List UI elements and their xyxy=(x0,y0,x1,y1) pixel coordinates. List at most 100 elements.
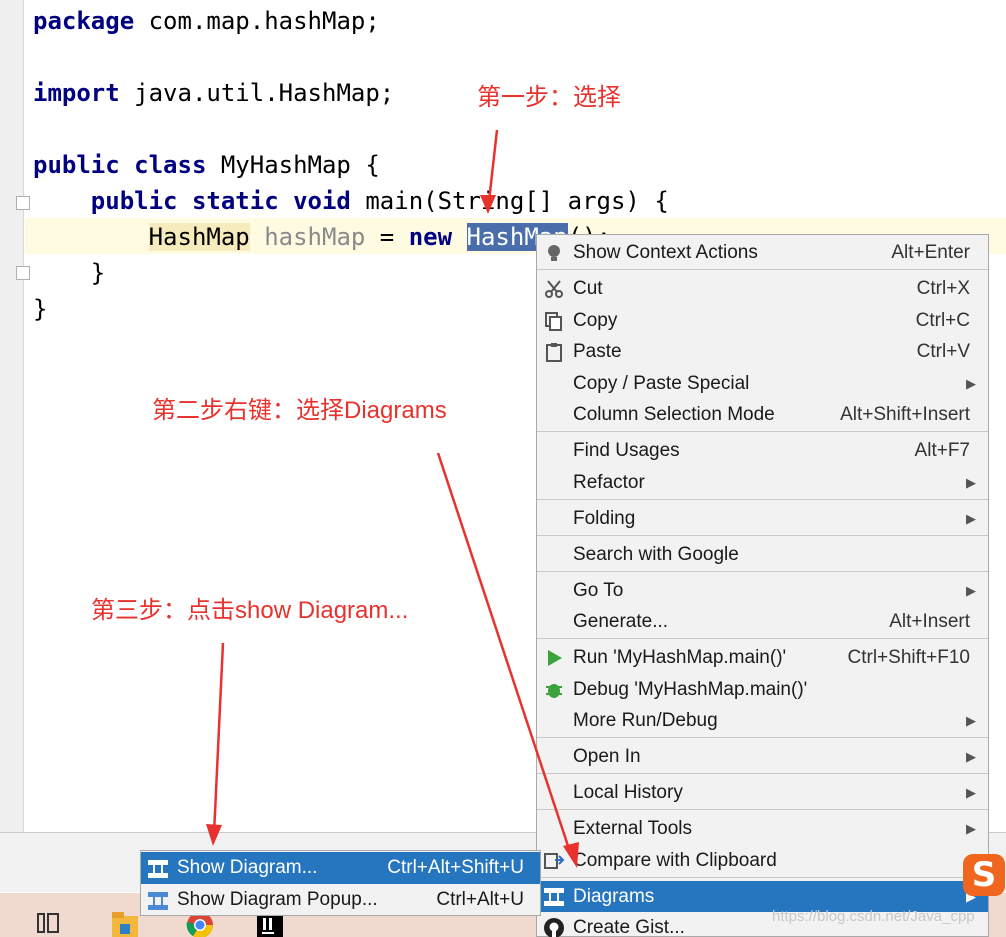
menu-item-label: Search with Google xyxy=(573,544,739,565)
menu-item-label: Paste xyxy=(573,341,622,362)
type-name: HashMap xyxy=(148,223,250,251)
menu-item-label: Diagrams xyxy=(573,886,655,907)
menu-item-run-myhashmap-main[interactable]: Run 'MyHashMap.main()' Ctrl+Shift+F10 xyxy=(537,642,988,673)
menu-separator xyxy=(537,809,988,810)
menu-separator xyxy=(537,535,988,536)
submenu-item-show-diagram[interactable]: Show Diagram... Ctrl+Alt+Shift+U xyxy=(141,852,540,884)
code-text: com.map.hashMap; xyxy=(134,7,380,35)
menu-item-label: Open In xyxy=(573,746,641,767)
menu-item-shortcut: Alt+F7 xyxy=(914,440,970,461)
compare-icon xyxy=(543,850,565,872)
menu-item-label: Create Gist... xyxy=(573,917,685,937)
menu-item-label: Find Usages xyxy=(573,440,680,461)
task-view-icon[interactable] xyxy=(34,910,64,937)
menu-item-show-context-actions[interactable]: Show Context Actions Alt+Enter xyxy=(537,237,988,268)
diagram-icon xyxy=(543,886,565,908)
menu-item-label: Generate... xyxy=(573,611,669,632)
menu-item-find-usages[interactable]: Find Usages Alt+F7 xyxy=(537,435,988,466)
keyword: package xyxy=(33,7,135,35)
menu-separator xyxy=(537,773,988,774)
menu-item-label: Compare with Clipboard xyxy=(573,850,777,871)
menu-item-external-tools[interactable]: External Tools ▶ xyxy=(537,813,988,844)
code-text: MyHashMap { xyxy=(206,151,380,179)
code-line: import java.util.HashMap; xyxy=(33,75,394,111)
submenu-item-show-diagram-popup[interactable]: Show Diagram Popup... Ctrl+Alt+U xyxy=(141,884,540,916)
debug-icon xyxy=(543,679,565,701)
menu-separator xyxy=(537,499,988,500)
submenu-arrow-icon: ▶ xyxy=(966,821,976,836)
menu-item-more-run-debug[interactable]: More Run/Debug ▶ xyxy=(537,705,988,736)
diagram-icon xyxy=(147,890,169,910)
menu-item-open-in[interactable]: Open In ▶ xyxy=(537,741,988,772)
menu-item-column-selection-mode[interactable]: Column Selection Mode Alt+Shift+Insert xyxy=(537,399,988,430)
keyword: public static void xyxy=(90,187,351,215)
submenu-arrow-icon: ▶ xyxy=(966,475,976,490)
menu-item-label: Show Context Actions xyxy=(573,242,758,263)
menu-item-cut[interactable]: Cut Ctrl+X xyxy=(537,273,988,304)
menu-item-label: Copy xyxy=(573,310,618,331)
menu-item-label: Local History xyxy=(573,782,683,803)
submenu-arrow-icon: ▶ xyxy=(966,511,976,526)
menu-item-generate[interactable]: Generate... Alt+Insert xyxy=(537,606,988,637)
copy-icon xyxy=(543,310,565,332)
operator: = xyxy=(365,223,409,251)
menu-item-local-history[interactable]: Local History ▶ xyxy=(537,777,988,808)
menu-item-label: Debug 'MyHashMap.main()' xyxy=(573,679,808,700)
menu-item-shortcut: Alt+Insert xyxy=(889,611,970,632)
diagram-icon xyxy=(147,858,169,878)
submenu-arrow-icon: ▶ xyxy=(966,713,976,728)
menu-separator xyxy=(537,737,988,738)
annotation-step2: 第二步右键：选择Diagrams xyxy=(152,397,447,424)
menu-separator xyxy=(537,431,988,432)
keyword: import xyxy=(33,79,120,107)
fold-marker-icon[interactable] xyxy=(16,196,30,210)
menu-item-label: Copy / Paste Special xyxy=(573,373,750,394)
run-icon xyxy=(543,647,565,669)
menu-item-folding[interactable]: Folding ▶ xyxy=(537,503,988,534)
submenu-arrow-icon: ▶ xyxy=(966,785,976,800)
watermark: https://blog.csdn.net/Java_cpp xyxy=(772,908,975,925)
code-text: java.util.HashMap; xyxy=(119,79,395,107)
code-line: public class MyHashMap { xyxy=(33,147,380,183)
submenu-arrow-icon: ▶ xyxy=(966,749,976,764)
menu-item-go-to[interactable]: Go To ▶ xyxy=(537,575,988,606)
menu-item-shortcut: Ctrl+C xyxy=(915,310,970,331)
annotation-step3: 第三步：点击show Diagram... xyxy=(91,597,409,624)
menu-item-label: Go To xyxy=(573,580,624,601)
menu-item-label: Column Selection Mode xyxy=(573,404,775,425)
menu-item-refactor[interactable]: Refactor ▶ xyxy=(537,467,988,498)
menu-item-debug-myhashmap-main[interactable]: Debug 'MyHashMap.main()' xyxy=(537,674,988,705)
menu-item-paste[interactable]: Paste Ctrl+V xyxy=(537,336,988,367)
sogou-logo: S xyxy=(963,854,1005,896)
menu-item-compare-with-clipboard[interactable]: Compare with Clipboard xyxy=(537,845,988,876)
menu-item-copy-paste-special[interactable]: Copy / Paste Special ▶ xyxy=(537,368,988,399)
editor-gutter xyxy=(0,0,30,832)
menu-item-label: Refactor xyxy=(573,472,645,493)
context-menu: Show Context Actions Alt+Enter Cut Ctrl+X Co… xyxy=(536,234,989,937)
code-text: main(String[] args) { xyxy=(350,187,669,215)
menu-separator xyxy=(537,877,988,878)
diagrams-submenu: Show Diagram... Ctrl+Alt+Shift+U Show Diag… xyxy=(140,850,541,916)
annotation-step1: 第一步：选择 xyxy=(477,84,621,111)
submenu-item-shortcut: Ctrl+Alt+U xyxy=(436,889,524,910)
keyword: public class xyxy=(33,151,207,179)
clipboard-icon xyxy=(543,341,565,363)
code-line: HashMap hashMap = new HashMap(); xyxy=(33,219,611,255)
menu-item-shortcut: Ctrl+Shift+F10 xyxy=(847,647,971,668)
submenu-arrow-icon: ▶ xyxy=(966,376,976,391)
menu-item-copy[interactable]: Copy Ctrl+C xyxy=(537,305,988,336)
menu-item-search-with-google[interactable]: Search with Google xyxy=(537,539,988,570)
menu-item-label: External Tools xyxy=(573,818,692,839)
fold-marker-icon[interactable] xyxy=(16,266,30,280)
code-text: } xyxy=(33,295,48,323)
submenu-item-label: Show Diagram Popup... xyxy=(177,889,378,910)
scissors-icon xyxy=(543,278,565,300)
file-explorer-icon[interactable] xyxy=(110,910,140,937)
menu-item-shortcut: Alt+Shift+Insert xyxy=(840,404,970,425)
menu-separator xyxy=(537,638,988,639)
menu-separator xyxy=(537,571,988,572)
code-line: package com.map.hashMap; xyxy=(33,3,380,39)
keyword: new xyxy=(408,223,453,251)
lightbulb-icon xyxy=(543,242,565,264)
